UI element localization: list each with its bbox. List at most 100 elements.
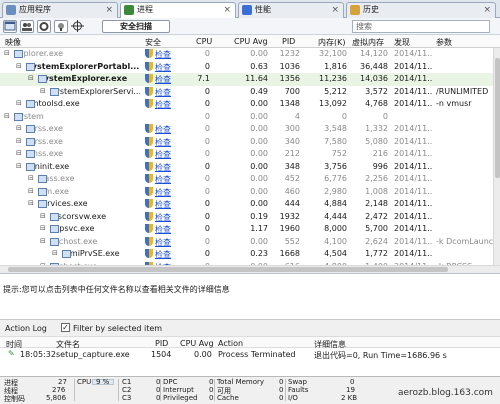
process-name[interactable]: sppsvc.exe: [50, 224, 140, 233]
column-pid[interactable]: PID: [282, 37, 295, 46]
process-name[interactable]: svchost.exe: [50, 237, 140, 246]
process-name[interactable]: csrss.exe: [26, 137, 140, 146]
process-name[interactable]: smss.exe: [26, 149, 140, 158]
cpu-avg-value: 0.23: [250, 249, 268, 258]
process-icon: [50, 225, 59, 233]
scrollbar-thumb[interactable]: [8, 267, 448, 272]
process-name[interactable]: wininit.exe: [26, 162, 140, 171]
virtual-memory-value: 216: [372, 149, 388, 158]
tree-expander-icon[interactable]: ⊟: [40, 237, 46, 245]
column-start[interactable]: 发现: [394, 37, 410, 48]
virtual-memory-value: 2,148: [365, 199, 388, 208]
tree-expander-icon[interactable]: ⊟: [40, 87, 46, 95]
search-input[interactable]: 搜索: [352, 20, 490, 33]
tab-performance[interactable]: 性能 ×: [238, 2, 344, 18]
status-interrupt-label: Interrupt: [163, 386, 194, 394]
properties-button[interactable]: [54, 20, 68, 33]
tree-expander-icon[interactable]: ⊟: [28, 187, 34, 195]
security-scan-button[interactable]: 安全扫描: [102, 20, 170, 33]
filter-label[interactable]: Filter by selected item: [73, 324, 162, 333]
column-args[interactable]: 参数: [436, 37, 452, 48]
process-row[interactable]: ⊟ mscorsvw.exe 检查 0 0.19 1932 4,444 2,472 2014/1…: [0, 211, 493, 224]
process-name[interactable]: explorer.exe: [14, 49, 140, 58]
process-name[interactable]: mscorsvw.exe: [50, 212, 140, 221]
column-security[interactable]: 安全: [145, 37, 161, 48]
cpu-avg-value: 0.00: [250, 111, 268, 121]
tab-applications[interactable]: 应用程序 ×: [2, 2, 118, 18]
process-row[interactable]: ⊟ csrss.exe 检查 0 0.00 300 3,548 1,332 2014/11...: [0, 123, 493, 136]
close-icon[interactable]: ×: [331, 3, 339, 17]
process-row[interactable]: ⊟ svchost.exe 检查 0 0.00 552 4,100 2,624 2014/11.…: [0, 236, 493, 249]
horizontal-scrollbar[interactable]: [0, 265, 500, 273]
tree-expander-icon[interactable]: ⊟: [52, 249, 58, 257]
process-name[interactable]: csrss.exe: [26, 124, 140, 133]
log-row[interactable]: ✎ 18:05:32 setup_capture.exe 1504 0.00 P…: [0, 348, 500, 360]
tree-expander-icon[interactable]: ⊟: [16, 162, 22, 170]
log-col-action[interactable]: Action: [218, 339, 243, 348]
tree-expander-icon[interactable]: ⊟: [28, 74, 34, 82]
tree-expander-icon[interactable]: ⊟: [4, 112, 10, 120]
process-name[interactable]: System: [14, 112, 140, 121]
column-cpu[interactable]: CPU: [196, 37, 212, 46]
tree-expander-icon[interactable]: ⊟: [40, 212, 46, 220]
column-virtual-memory[interactable]: 虚拟内存: [352, 37, 384, 48]
process-row[interactable]: ⊟ System 0 0.00 4 0 0: [0, 111, 493, 124]
vertical-scrollbar[interactable]: [493, 48, 500, 265]
process-name[interactable]: SystemExplorer.exe: [38, 74, 140, 83]
log-col-cpu-avg[interactable]: CPU Avg: [180, 339, 214, 348]
close-icon[interactable]: ×: [223, 3, 231, 17]
process-name[interactable]: SystemExplorerServi...: [50, 87, 140, 96]
scrollbar-thumb[interactable]: [495, 58, 500, 178]
process-row[interactable]: ⊟ csrss.exe 检查 0 0.00 340 7,580 5,080 2014/11...: [0, 136, 493, 149]
gear-button[interactable]: [37, 20, 51, 33]
filter-checkbox[interactable]: ✓: [61, 323, 70, 332]
tree-expander-icon[interactable]: ⊟: [28, 174, 34, 182]
memory-value: 5,212: [324, 86, 347, 96]
process-row[interactable]: ⊟ vmtoolsd.exe 检查 0 0.00 1348 13,092 4,768 2014/…: [0, 98, 493, 111]
tree-expander-icon[interactable]: ⊟: [16, 99, 22, 107]
close-icon[interactable]: ×: [105, 3, 113, 17]
log-col-pid[interactable]: PID: [155, 339, 168, 348]
process-name[interactable]: SystemExplorerPortabl...: [26, 62, 140, 71]
pid-value: 1668: [279, 249, 300, 258]
tree-expander-icon[interactable]: ⊟: [40, 224, 46, 232]
start-value: 2014/11...: [394, 211, 432, 221]
memory-value: 3,756: [324, 161, 347, 171]
column-name[interactable]: 映像: [5, 37, 21, 48]
process-row[interactable]: ⊟ wininit.exe 检查 0 0.00 348 3,756 996 2014/11...: [0, 161, 493, 174]
process-name[interactable]: WmiPrvSE.exe: [62, 249, 140, 258]
start-value: 2014/11...: [394, 124, 432, 133]
args-value: -n vmusr: [436, 99, 472, 108]
users-button[interactable]: [20, 20, 34, 33]
view-details-button[interactable]: [3, 20, 17, 33]
process-row[interactable]: ⊟ services.exe 检查 0 0.00 444 4,884 2,148 2014/11…: [0, 198, 493, 211]
tree-expander-icon[interactable]: ⊟: [16, 124, 22, 132]
tree-expander-icon[interactable]: ⊟: [16, 149, 22, 157]
process-row[interactable]: ⊟ SystemExplorerServi... 检查 0 0.49 700 5,212 3,…: [0, 86, 493, 99]
process-row[interactable]: ⊟ SystemExplorer.exe 检查 7.1 11.64 1356 11,236 1…: [0, 73, 493, 86]
process-row[interactable]: ⊟ explorer.exe 检查 0 0.00 1232 32,100 14,120 2014…: [0, 48, 493, 61]
process-name[interactable]: services.exe: [38, 199, 140, 208]
process-name[interactable]: vmtoolsd.exe: [26, 99, 140, 108]
cpu-value: 0: [204, 61, 210, 71]
tree-expander-icon[interactable]: ⊟: [16, 137, 22, 145]
find-window-button[interactable]: [71, 20, 85, 33]
process-row[interactable]: ⊟ smss.exe 检查 0 0.00 212 752 216 2014/11...: [0, 148, 493, 161]
close-icon[interactable]: ×: [483, 3, 491, 17]
tab-processes[interactable]: 进程 ×: [120, 2, 236, 19]
tree-expander-icon[interactable]: ⊟: [28, 199, 34, 207]
process-name-text: SystemExplorerServi...: [50, 86, 140, 96]
process-row[interactable]: ⊟ lsm.exe 检查 0 0.00 460 2,980 1,008 2014/11...: [0, 186, 493, 199]
column-memory[interactable]: 内存(K): [318, 37, 346, 48]
process-row[interactable]: ⊟ sppsvc.exe 检查 0 1.17 1960 8,000 5,700 2014/11.…: [0, 223, 493, 236]
process-name[interactable]: lsass.exe: [38, 174, 140, 183]
cpu-value: 0: [204, 149, 210, 158]
tab-history[interactable]: 历史 ×: [346, 2, 496, 18]
process-name[interactable]: lsm.exe: [38, 187, 140, 196]
process-row[interactable]: ⊟ SystemExplorerPortabl... 检查 0 0.63 1036 1,81…: [0, 61, 493, 74]
tree-expander-icon[interactable]: ⊟: [4, 49, 10, 57]
process-row[interactable]: ⊟ WmiPrvSE.exe 检查 0 0.23 1668 4,504 1,772 2014/1…: [0, 248, 493, 261]
tree-expander-icon[interactable]: ⊟: [16, 62, 22, 70]
column-cpu-avg[interactable]: CPU Avg: [234, 37, 268, 46]
process-row[interactable]: ⊟ lsass.exe 检查 0 0.00 452 6,776 2,256 2014/11...: [0, 173, 493, 186]
